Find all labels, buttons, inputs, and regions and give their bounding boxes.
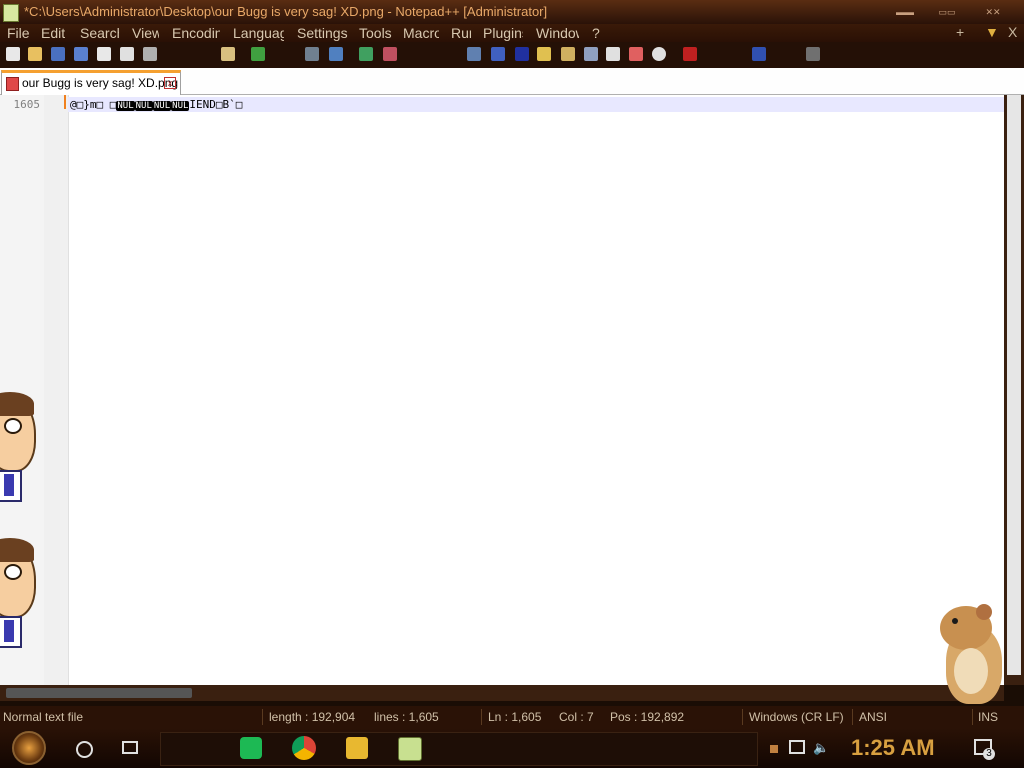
close-icon[interactable] [97,47,111,61]
vertical-scroll-thumb[interactable] [1007,95,1021,675]
task-view-icon[interactable] [122,741,138,754]
horizontal-scroll-thumb[interactable] [6,688,192,698]
find-icon[interactable] [305,47,319,61]
vertical-scrollbar[interactable] [1004,95,1024,685]
tab-label: our Bugg is very sag! XD.png [22,76,179,90]
menu-edit[interactable]: Edit [41,25,65,41]
replace-icon[interactable] [329,47,343,61]
spotify-icon[interactable] [240,737,262,759]
status-lines: lines : 1,605 [374,710,439,724]
close-window-button[interactable]: ✕✕ [978,5,1008,19]
maximize-button[interactable]: ▭▭ [932,5,962,19]
indent-guide-icon[interactable] [537,47,551,61]
line-number: 1605 [13,98,41,111]
toolbar [0,42,1024,68]
zoom-out-icon[interactable] [383,47,397,61]
menu-file[interactable]: File [7,25,30,41]
menu-help[interactable]: ? [592,25,600,41]
close-doc-button[interactable]: X [1008,24,1017,40]
zoom-in-icon[interactable] [359,47,373,61]
editor-area[interactable]: 1605 @□}m□ □NUL NUL NUL NULIEND□B`□ [0,95,1004,685]
window-title: *C:\Users\Administrator\Desktop\our Bugg… [24,4,548,19]
monitoring-icon[interactable] [629,47,643,61]
menu-encoding[interactable]: Encoding [172,25,220,41]
status-insert-mode[interactable]: INS [978,706,998,728]
network-icon[interactable] [789,740,805,754]
add-tab-button[interactable]: + [956,24,964,40]
close-all-icon[interactable] [120,47,134,61]
menu-view[interactable]: View [132,25,159,41]
redo-icon[interactable] [251,47,265,61]
menu-run[interactable]: Run [451,25,471,41]
doc-map-icon[interactable] [561,47,575,61]
title-bar: *C:\Users\Administrator\Desktop\our Bugg… [0,0,1024,24]
cortana-icon[interactable] [76,741,93,758]
hamster-desktop-pet[interactable] [936,604,1008,708]
control-char-token: NUL [171,101,190,111]
run-macro-icon[interactable] [752,47,766,61]
open-file-icon[interactable] [28,47,42,61]
menu-settings[interactable]: Settings [297,25,348,41]
notification-count-badge: 3 [983,748,995,760]
status-col: Col : 7 [559,710,594,724]
control-char-token: NUL [152,101,172,111]
code-text: @□}m□ □ [70,98,117,111]
folder-workspace-icon[interactable] [606,47,620,61]
function-list-icon[interactable] [584,47,598,61]
menu-bar: File Edit Search View Encoding Language … [0,24,1024,42]
volume-muted-icon[interactable]: 🔈 [813,740,829,755]
new-file-icon[interactable] [6,47,20,61]
cartoon-character-overlay [0,538,36,648]
tab-active-file[interactable]: our Bugg is very sag! XD.png x [1,70,181,95]
code-text: IEND□B`□ [189,98,243,111]
unsaved-file-icon [6,77,19,91]
file-explorer-icon[interactable] [346,737,368,759]
fold-margin[interactable] [44,95,69,685]
tab-bar: our Bugg is very sag! XD.png x [0,68,1024,95]
show-all-chars-icon[interactable] [491,47,505,61]
menu-macro[interactable]: Macro [403,25,439,41]
minimize-button[interactable]: ▬▬ [890,5,920,19]
save-all-icon[interactable] [74,47,88,61]
horizontal-scrollbar[interactable] [0,685,1004,701]
word-wrap-icon[interactable] [515,47,529,61]
menu-plugins[interactable]: Plugins [483,25,523,41]
sync-scroll-icon[interactable] [467,47,481,61]
cartoon-character-overlay [0,392,36,502]
menu-tools[interactable]: Tools [359,25,392,41]
tray-overflow-icon[interactable] [770,745,778,753]
menu-window[interactable]: Window [536,25,579,41]
menu-search[interactable]: Search [80,25,119,41]
paste-icon[interactable] [221,47,235,61]
eye-icon[interactable] [652,47,666,61]
record-macro-icon[interactable] [683,47,697,61]
start-button[interactable] [12,731,46,765]
status-encoding[interactable]: ANSI [859,706,887,728]
print-icon[interactable] [143,47,157,61]
tab-list-button[interactable]: ▼ [985,24,999,40]
notepadpp-app-icon [3,4,19,22]
status-file-type: Normal text file [3,710,84,724]
control-char-token: NUL [134,101,153,111]
text-caret [64,95,66,109]
taskbar-clock[interactable]: 1:25 AM [851,735,935,761]
save-icon[interactable] [51,47,65,61]
code-line[interactable]: @□}m□ □NUL NUL NUL NULIEND□B`□ [70,97,242,114]
status-pos: Pos : 192,892 [610,710,685,724]
control-char-token: NUL [116,101,135,111]
status-length: length : 192,904 [269,710,356,724]
close-tab-icon[interactable]: x [164,77,176,89]
spell-check-icon[interactable] [806,47,820,61]
chrome-icon[interactable] [292,736,316,760]
status-ln: Ln : 1,605 [488,710,542,724]
status-bar: Normal text file length : 192,904 lines … [0,706,1024,728]
status-eol[interactable]: Windows (CR LF) [749,706,844,728]
notepadpp-icon[interactable] [398,737,422,761]
menu-language[interactable]: Language [233,25,284,41]
